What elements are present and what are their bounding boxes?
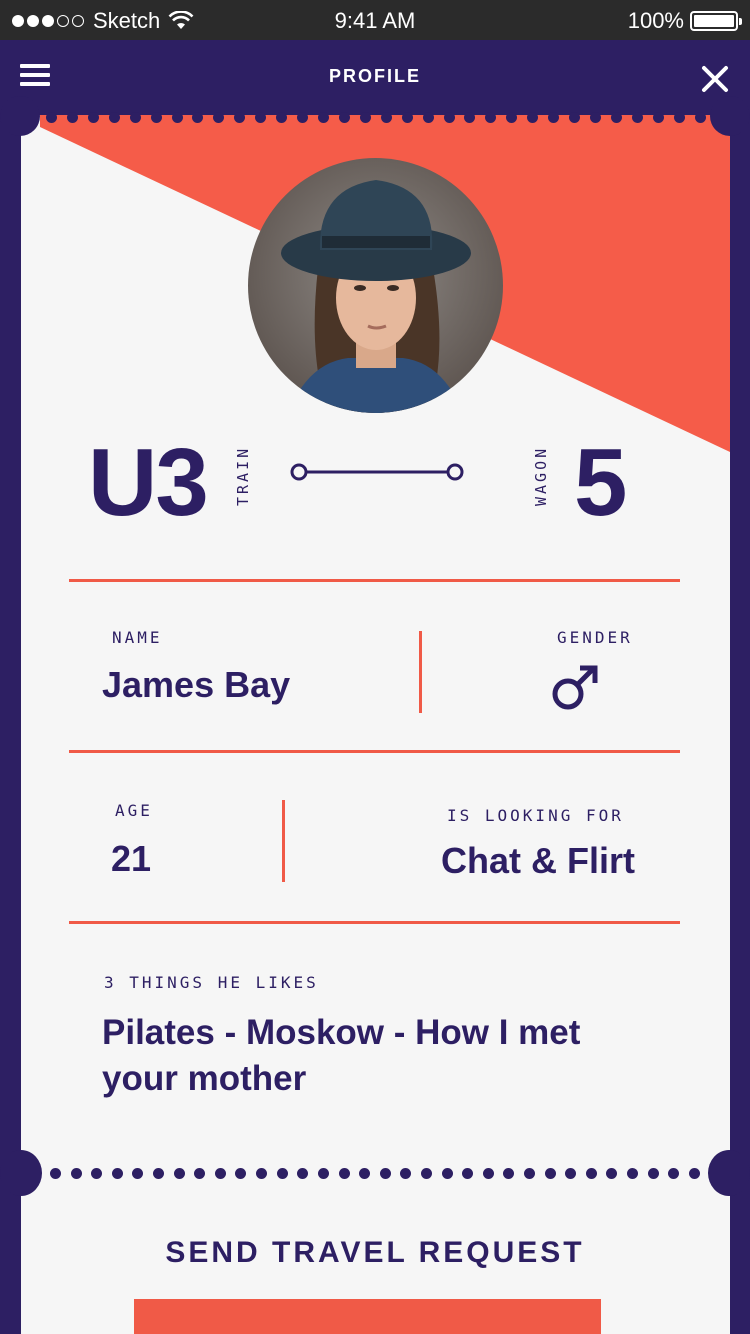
male-icon: [552, 665, 598, 710]
train-code: U3: [88, 429, 209, 536]
train-label: TRAIN: [234, 445, 252, 506]
likes-label: 3 THINGS HE LIKES: [104, 973, 319, 992]
send-travel-request-button[interactable]: SEND TRAVEL REQUEST: [0, 1236, 750, 1270]
looking-for-label: IS LOOKING FOR: [447, 806, 624, 825]
name-value: James Bay: [102, 664, 291, 705]
age-value: 21: [111, 838, 152, 879]
route-row: U3 TRAIN WAGON 5: [0, 420, 750, 540]
cta-accent-bar[interactable]: [134, 1299, 601, 1334]
looking-for-value: Chat & Flirt: [441, 840, 635, 881]
column-divider: [282, 800, 285, 882]
wagon-label: WAGON: [532, 445, 550, 506]
route-line-icon: [290, 463, 464, 481]
ticket-mid-perforation: [0, 1150, 750, 1200]
ticket-top-perforation: [0, 0, 750, 140]
likes-value: Pilates - Moskow - How I met your mother: [102, 1013, 581, 1098]
column-divider: [419, 631, 422, 713]
section-divider: [69, 579, 680, 582]
age-label: AGE: [115, 801, 153, 820]
section-divider: [69, 750, 680, 753]
section-divider: [69, 921, 680, 924]
name-label: NAME: [112, 628, 163, 647]
avatar: [248, 158, 503, 413]
wagon-number: 5: [574, 429, 628, 536]
gender-label: GENDER: [557, 628, 633, 647]
